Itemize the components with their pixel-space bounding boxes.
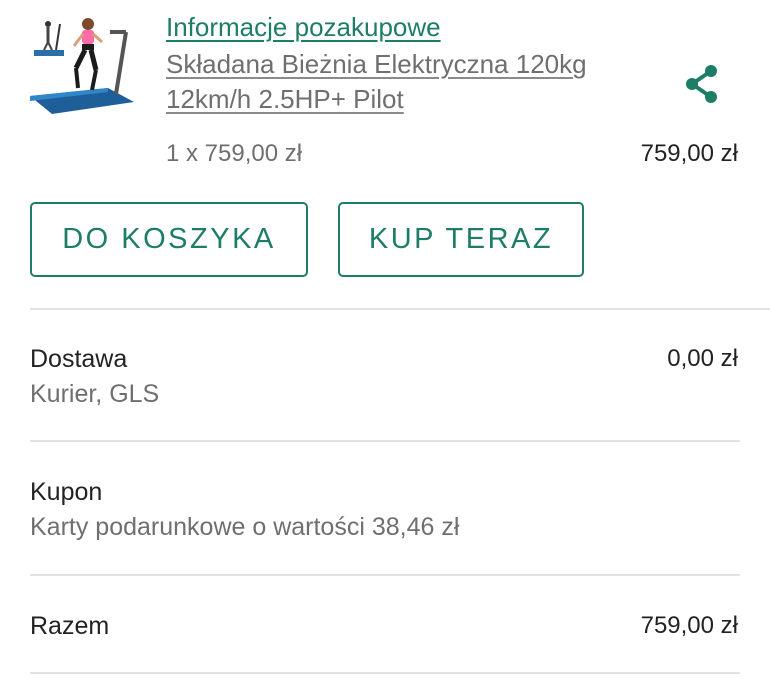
post-purchase-info-link[interactable]: Informacje pozakupowe <box>166 12 441 43</box>
treadmill-product-photo: 7° <box>30 10 136 116</box>
divider <box>30 672 740 674</box>
total-amount: 759,00 zł <box>640 612 738 639</box>
delivery-amount: 0,00 zł <box>667 345 738 372</box>
delivery-title: Dostawa <box>30 345 128 373</box>
share-button[interactable] <box>680 62 724 106</box>
add-to-cart-button[interactable]: DO KOSZYKA <box>30 202 308 277</box>
quantity-price: 1 x 759,00 zł <box>166 140 303 167</box>
divider <box>30 308 770 310</box>
delivery-method: Kurier, GLS <box>30 380 160 408</box>
coupon-title: Kupon <box>30 478 103 506</box>
divider <box>30 574 740 576</box>
buy-now-button[interactable]: KUP TERAZ <box>338 202 584 277</box>
total-title: Razem <box>30 612 110 640</box>
share-icon <box>686 65 717 103</box>
line-total: 759,00 zł <box>640 140 738 167</box>
product-name-link[interactable]: Składana Bieżnia Elektryczna 120kg 12km/… <box>166 47 626 117</box>
coupon-detail: Karty podarunkowe o wartości 38,46 zł <box>30 513 460 541</box>
divider <box>30 440 740 442</box>
svg-text:7°: 7° <box>118 104 129 114</box>
product-thumbnail[interactable]: 7° <box>30 10 136 116</box>
